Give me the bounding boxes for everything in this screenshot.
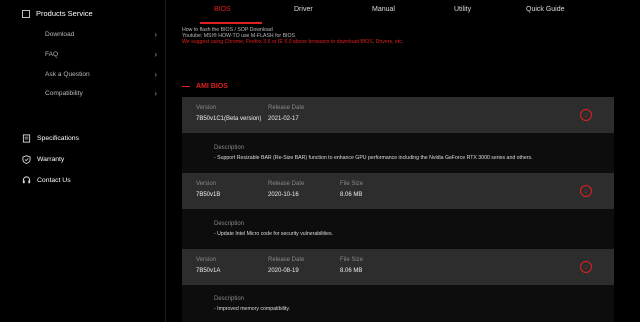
products-service-header[interactable]: Products Service bbox=[22, 9, 93, 18]
shield-icon bbox=[22, 155, 31, 164]
sidebar-item-label: Contact Us bbox=[37, 177, 71, 184]
bios-entry-header: Version 7B50v1B Release Date 2020-10-16 … bbox=[182, 173, 614, 209]
tab-manual[interactable]: Manual bbox=[372, 6, 395, 13]
sidebar-item-label: Compatibility bbox=[45, 89, 83, 97]
release-date-label: Release Date bbox=[268, 257, 305, 263]
file-size-value: 8.06 MB bbox=[340, 268, 363, 274]
main-content: BIOS Driver Manual Utility Quick Guide H… bbox=[182, 0, 614, 322]
chevron-right-icon: › bbox=[154, 49, 157, 59]
sidebar: Products Service Download › FAQ › Ask a … bbox=[0, 0, 166, 322]
section-title-label: AMI BIOS bbox=[196, 83, 228, 90]
version-value: 7B50v1C1(Beta version) bbox=[196, 116, 262, 122]
description-text: - Improved memory compatibility. bbox=[214, 306, 291, 312]
description-label: Description bbox=[214, 145, 245, 151]
document-icon bbox=[22, 134, 31, 143]
sidebar-item-label: Ask a Question bbox=[45, 70, 90, 78]
chevron-right-icon: › bbox=[154, 88, 157, 98]
release-date-label: Release Date bbox=[268, 181, 305, 187]
release-date-value: 2020-10-16 bbox=[268, 192, 299, 198]
sidebar-item-specifications[interactable]: Specifications bbox=[22, 134, 79, 143]
chevron-right-icon: › bbox=[154, 69, 157, 79]
bios-entry-body: Description - Support Resizable BAR (Re-… bbox=[182, 133, 614, 173]
headset-icon bbox=[22, 176, 31, 185]
description-text: - Support Resizable BAR (Re-Size BAR) fu… bbox=[214, 155, 533, 161]
description-label: Description bbox=[214, 221, 245, 227]
browser-notice: We suggest using Chrome, Firefox 3.6 or … bbox=[182, 39, 404, 46]
chevron-right-icon: › bbox=[154, 29, 157, 39]
release-date-value: 2020-08-19 bbox=[268, 268, 299, 274]
bios-entry-header: Version 7B50v1C1(Beta version) Release D… bbox=[182, 97, 614, 133]
download-icon[interactable]: ↓ bbox=[580, 185, 592, 197]
version-label: Version bbox=[196, 105, 217, 111]
sidebar-item-warranty[interactable]: Warranty bbox=[22, 155, 64, 164]
version-label: Version bbox=[196, 181, 217, 187]
version-label: Version bbox=[196, 257, 217, 263]
section-title: AMI BIOS bbox=[182, 83, 228, 90]
tab-bios[interactable]: BIOS bbox=[214, 6, 231, 13]
title-dash bbox=[182, 86, 190, 87]
file-size-label: File Size bbox=[340, 257, 364, 263]
sidebar-item-label: Warranty bbox=[37, 156, 65, 163]
file-size-value: 8.06 MB bbox=[340, 192, 363, 198]
release-date-label: Release Date bbox=[268, 105, 305, 111]
square-icon bbox=[22, 9, 30, 18]
download-icon[interactable]: ↓ bbox=[580, 109, 592, 121]
description-label: Description bbox=[214, 296, 245, 302]
tab-bar: BIOS Driver Manual Utility Quick Guide bbox=[182, 0, 614, 24]
sidebar-item-label: Specifications bbox=[37, 135, 79, 142]
bios-entry-body: Description - Improved memory compatibil… bbox=[182, 285, 614, 322]
version-value: 7B50v1B bbox=[196, 192, 221, 198]
file-size-label: File Size bbox=[340, 181, 364, 187]
active-tab-indicator bbox=[200, 22, 262, 24]
sidebar-item-label: Download bbox=[45, 30, 75, 38]
notes: How to flash the BIOS / SOP Download You… bbox=[182, 27, 403, 46]
products-service-label: Products Service bbox=[36, 9, 93, 18]
sidebar-item-faq[interactable]: FAQ › bbox=[45, 47, 157, 61]
sidebar-item-download[interactable]: Download › bbox=[45, 27, 157, 41]
sidebar-item-compatibility[interactable]: Compatibility › bbox=[45, 86, 157, 100]
description-text: - Update Intel Micro code for security v… bbox=[214, 231, 334, 237]
version-value: 7B50v1A bbox=[196, 268, 221, 274]
tab-utility[interactable]: Utility bbox=[454, 6, 471, 13]
sidebar-item-ask-question[interactable]: Ask a Question › bbox=[45, 67, 157, 81]
download-icon[interactable]: ↓ bbox=[580, 261, 592, 273]
bios-entry-header: Version 7B50v1A Release Date 2020-08-19 … bbox=[182, 249, 614, 285]
tab-quick-guide[interactable]: Quick Guide bbox=[526, 6, 565, 13]
sidebar-item-contact-us[interactable]: Contact Us bbox=[22, 176, 71, 185]
tab-driver[interactable]: Driver bbox=[294, 6, 313, 13]
bios-entry-body: Description - Update Intel Micro code fo… bbox=[182, 209, 614, 249]
sidebar-item-label: FAQ bbox=[45, 50, 59, 58]
release-date-value: 2021-02-17 bbox=[268, 116, 299, 122]
